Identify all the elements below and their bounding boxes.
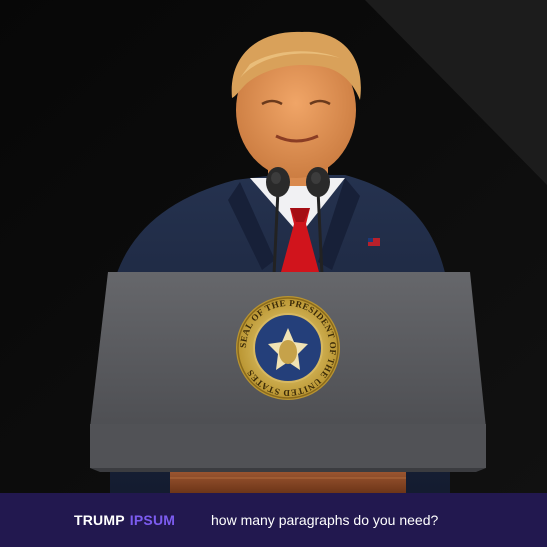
brand-logo[interactable]: TRUMP IPSUM xyxy=(74,493,175,547)
presidential-seal: SEAL OF THE PRESIDENT OF THE UNITED STAT… xyxy=(236,296,340,400)
brand-primary: TRUMP xyxy=(74,512,125,528)
podium-illustration: SEAL OF THE PRESIDENT OF THE UNITED STAT… xyxy=(0,0,547,493)
hero-image: SEAL OF THE PRESIDENT OF THE UNITED STAT… xyxy=(0,0,547,493)
paragraph-prompt: how many paragraphs do you need? xyxy=(211,512,439,528)
footer-bar: TRUMP IPSUM how many paragraphs do you n… xyxy=(0,493,547,547)
podium-base xyxy=(170,472,406,493)
brand-secondary: IPSUM xyxy=(129,512,176,528)
page: SEAL OF THE PRESIDENT OF THE UNITED STAT… xyxy=(0,0,547,547)
